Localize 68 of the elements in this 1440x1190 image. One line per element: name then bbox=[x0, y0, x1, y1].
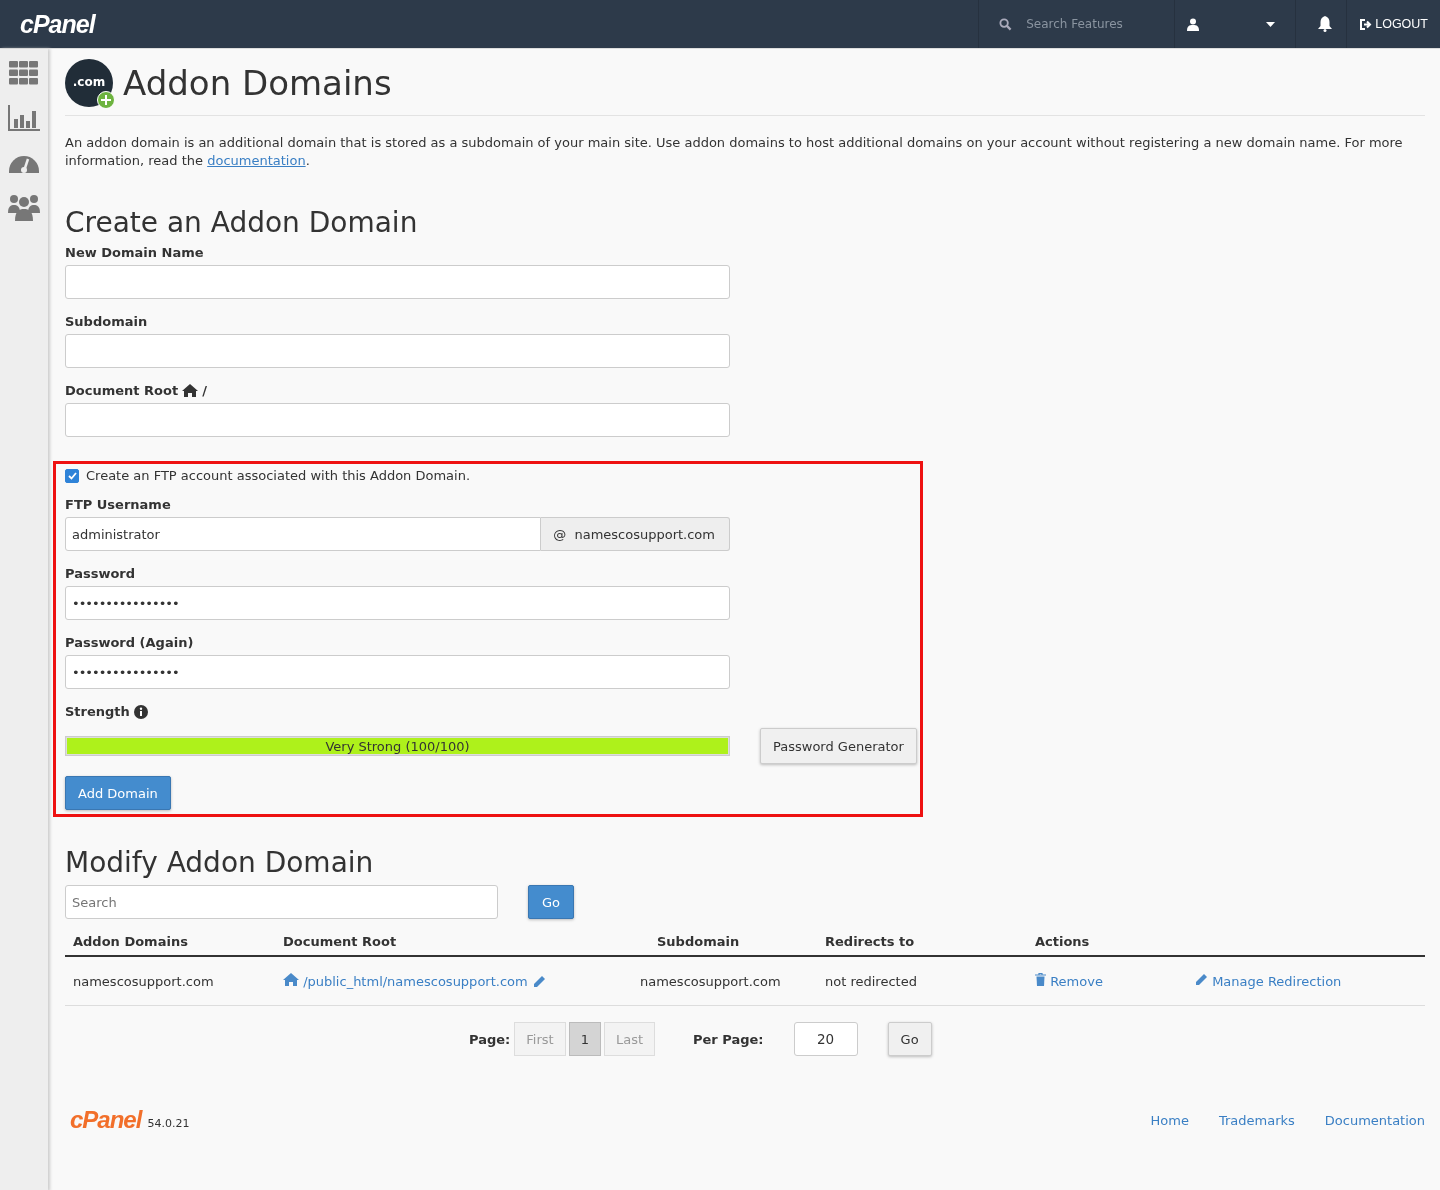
document-root-link[interactable]: /public_html/namescosupport.com bbox=[283, 973, 528, 989]
info-icon[interactable] bbox=[133, 704, 148, 719]
page-label: Page: bbox=[469, 1031, 511, 1047]
logout-button[interactable]: LOGOUT bbox=[1346, 0, 1440, 48]
page-button[interactable]: 1 bbox=[568, 1022, 601, 1056]
user-icon bbox=[1187, 17, 1200, 31]
table-cell-text: not redirected bbox=[825, 973, 918, 989]
bar-chart-icon[interactable] bbox=[8, 105, 40, 131]
search-icon bbox=[999, 17, 1013, 31]
password-field[interactable]: •••••••••••••••• bbox=[65, 586, 730, 620]
create-heading: Create an Addon Domain bbox=[65, 206, 419, 239]
add-domain-button[interactable]: Add Domain bbox=[65, 776, 171, 810]
column-header: Addon Domains bbox=[73, 933, 189, 949]
text-field[interactable] bbox=[65, 265, 730, 299]
pencil-icon bbox=[1195, 973, 1208, 986]
documentation-link[interactable]: documentation bbox=[207, 153, 306, 168]
bell-icon[interactable] bbox=[1318, 16, 1333, 32]
home-icon bbox=[182, 384, 199, 397]
text-field[interactable] bbox=[65, 403, 730, 437]
column-header: Actions bbox=[1035, 933, 1091, 949]
per-page-label: Per Page: bbox=[693, 1031, 764, 1047]
cpanel-logo: cPanel bbox=[70, 1106, 142, 1134]
domain-addon: @ namescosupport.com bbox=[541, 517, 730, 551]
table-cell: namescosupport.com bbox=[640, 973, 781, 989]
column-header: Redirects to bbox=[825, 933, 916, 949]
path-separator: / bbox=[202, 383, 207, 398]
page-button[interactable]: First bbox=[514, 1022, 566, 1056]
footer-link[interactable]: Documentation bbox=[1324, 1112, 1425, 1128]
page-title: Addon Domains bbox=[123, 63, 392, 103]
pencil-icon[interactable] bbox=[532, 974, 546, 988]
grid-icon[interactable] bbox=[9, 61, 39, 85]
go-button[interactable]: Go bbox=[887, 1022, 932, 1056]
table-cell-text: namescosupport.com bbox=[73, 973, 215, 989]
password-generator-button[interactable]: Password Generator bbox=[760, 728, 917, 764]
column-header: Document Root bbox=[283, 933, 398, 949]
modify-heading: Modify Addon Domain bbox=[65, 846, 375, 879]
field-label: Strength bbox=[65, 704, 130, 719]
footer-link[interactable]: Trademarks bbox=[1218, 1112, 1295, 1128]
search-field[interactable]: Search bbox=[65, 885, 498, 919]
field-label: Password bbox=[65, 566, 137, 581]
caret-icon bbox=[1266, 21, 1276, 27]
ftp-username-field[interactable]: administrator bbox=[65, 517, 542, 551]
intro-text: An addon domain is an additional domain that is stored as a subdomain of your main site. Use addon domains to host additional domains on your account without registering a new domain name. For more information, read the documentation. bbox=[65, 134, 1404, 170]
checkbox-label: Create an FTP account associated with this Addon Domain. bbox=[86, 468, 471, 483]
field-label: Document Root bbox=[65, 383, 179, 398]
remove-link[interactable]: Remove bbox=[1035, 973, 1195, 989]
manage-redirection-link[interactable]: Manage Redirection bbox=[1195, 973, 1425, 989]
field-label: Subdomain bbox=[65, 314, 149, 329]
page-button[interactable]: Last bbox=[603, 1022, 655, 1056]
column-header: Subdomain bbox=[656, 933, 740, 949]
password-field[interactable]: •••••••••••••••• bbox=[65, 655, 730, 689]
per-page-field[interactable]: 20 bbox=[793, 1022, 858, 1056]
field-label: New Domain Name bbox=[65, 245, 205, 260]
cpanel-logo[interactable]: cPanel bbox=[20, 9, 95, 39]
field-label: FTP Username bbox=[65, 497, 172, 512]
search-features-field[interactable]: Search Features bbox=[1024, 16, 1159, 32]
strength-reading: Very Strong (100/100) bbox=[325, 738, 470, 754]
text-field[interactable] bbox=[65, 334, 730, 368]
footer-link[interactable]: Home bbox=[1150, 1112, 1189, 1128]
logout-icon bbox=[1359, 18, 1373, 30]
users-icon[interactable] bbox=[8, 193, 40, 221]
field-label: Password (Again) bbox=[65, 635, 195, 650]
version-text: 54.0.21 bbox=[147, 1117, 190, 1130]
checkbox[interactable] bbox=[65, 468, 79, 483]
domain-badge-icon: .com bbox=[65, 59, 113, 107]
home-icon bbox=[283, 973, 299, 986]
go-button[interactable]: Go bbox=[528, 885, 575, 919]
trash-icon bbox=[1035, 973, 1046, 986]
